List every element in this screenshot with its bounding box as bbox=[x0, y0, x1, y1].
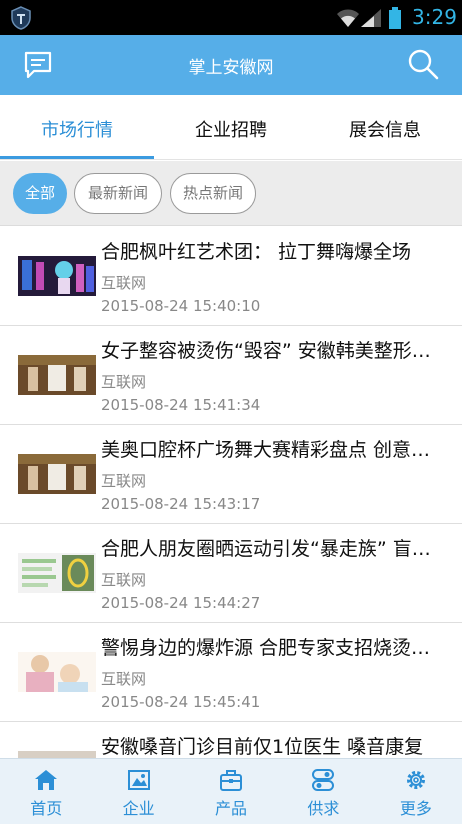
news-title: 合肥人朋友圈晒运动引发“暴走族” 盲目运动 bbox=[101, 538, 446, 560]
filter-hot-button[interactable]: 热点新闻 bbox=[170, 173, 256, 214]
nav-more[interactable]: 更多 bbox=[370, 759, 462, 824]
news-source: 互联网 bbox=[101, 571, 147, 589]
filter-bar: 全部 最新新闻 热点新闻 bbox=[0, 161, 462, 226]
news-item[interactable]: 合肥人朋友圈晒运动引发“暴走族” 盲目运动 互联网 2015-08-24 15:… bbox=[0, 524, 462, 623]
news-thumbnail bbox=[18, 553, 96, 593]
news-item[interactable]: 女子整容被烫伤“毁容” 安徽韩美整形医院 互联网 2015-08-24 15:4… bbox=[0, 326, 462, 425]
home-icon bbox=[35, 770, 58, 790]
nav-home[interactable]: 首页 bbox=[0, 759, 92, 824]
signal-icon bbox=[361, 9, 381, 27]
product-icon bbox=[220, 770, 243, 791]
search-icon[interactable] bbox=[406, 47, 440, 81]
nav-enterprise-label: 企业 bbox=[122, 799, 155, 818]
news-source: 互联网 bbox=[101, 472, 147, 490]
nav-home-label: 首页 bbox=[30, 799, 63, 818]
app-header: 掌上安徽网 bbox=[0, 35, 462, 95]
news-list: 合肥枫叶红艺术团： 拉丁舞嗨爆全场 互联网 2015-08-24 15:40:1… bbox=[0, 227, 462, 758]
news-source: 互联网 bbox=[101, 274, 147, 292]
news-title: 合肥枫叶红艺术团： 拉丁舞嗨爆全场 bbox=[101, 241, 412, 263]
news-source: 互联网 bbox=[101, 670, 147, 688]
nav-supply-demand-label: 供求 bbox=[307, 799, 340, 818]
news-datetime: 2015-08-24 15:45:41 bbox=[101, 693, 261, 711]
news-thumbnail bbox=[18, 652, 96, 692]
news-title: 安徽嗓音门诊目前仅1位医生 嗓音康复 bbox=[101, 736, 424, 758]
news-item[interactable]: 警惕身边的爆炸源 合肥专家支招烧烫伤处理 互联网 2015-08-24 15:4… bbox=[0, 623, 462, 722]
status-time: 3:29 bbox=[412, 5, 457, 29]
news-source: 互联网 bbox=[101, 373, 147, 391]
enterprise-icon bbox=[127, 770, 150, 790]
supply-demand-icon bbox=[312, 769, 335, 791]
news-datetime: 2015-08-24 15:41:34 bbox=[101, 396, 261, 414]
news-thumbnail bbox=[18, 256, 96, 296]
category-tabs: 市场行情 企业招聘 展会信息 bbox=[0, 95, 462, 160]
news-title: 女子整容被烫伤“毁容” 安徽韩美整形医院 bbox=[101, 340, 446, 362]
filter-latest-button[interactable]: 最新新闻 bbox=[74, 173, 162, 214]
nav-product-label: 产品 bbox=[215, 799, 248, 818]
nav-more-label: 更多 bbox=[399, 799, 432, 818]
news-item[interactable]: 美奥口腔杯广场舞大赛精彩盘点 创意十足 互联网 2015-08-24 15:43… bbox=[0, 425, 462, 524]
news-title: 警惕身边的爆炸源 合肥专家支招烧烫伤处理 bbox=[101, 637, 446, 659]
nav-product[interactable]: 产品 bbox=[185, 759, 277, 824]
status-bar: 3:29 bbox=[0, 0, 462, 35]
filter-all-button[interactable]: 全部 bbox=[13, 173, 67, 214]
news-item[interactable]: 合肥枫叶红艺术团： 拉丁舞嗨爆全场 互联网 2015-08-24 15:40:1… bbox=[0, 227, 462, 326]
news-thumbnail bbox=[18, 751, 96, 758]
nav-supply-demand[interactable]: 供求 bbox=[277, 759, 369, 824]
bottom-nav: 首页 企业 产品 供求 更多 bbox=[0, 758, 462, 824]
news-datetime: 2015-08-24 15:44:27 bbox=[101, 594, 261, 612]
news-thumbnail bbox=[18, 355, 96, 395]
news-datetime: 2015-08-24 15:40:10 bbox=[101, 297, 261, 315]
page-title: 掌上安徽网 bbox=[188, 58, 274, 78]
news-item[interactable]: 安徽嗓音门诊目前仅1位医生 嗓音康复 bbox=[0, 722, 462, 758]
tab-market[interactable]: 市场行情 bbox=[0, 95, 154, 159]
tab-exhibition[interactable]: 展会信息 bbox=[308, 95, 462, 159]
news-thumbnail bbox=[18, 454, 96, 494]
tab-recruitment[interactable]: 企业招聘 bbox=[154, 95, 308, 159]
news-title: 美奥口腔杯广场舞大赛精彩盘点 创意十足 bbox=[101, 439, 446, 461]
news-datetime: 2015-08-24 15:43:17 bbox=[101, 495, 261, 513]
battery-icon bbox=[389, 7, 401, 29]
nav-enterprise[interactable]: 企业 bbox=[92, 759, 184, 824]
shield-icon bbox=[11, 6, 31, 30]
wifi-icon bbox=[337, 9, 359, 27]
settings-icon bbox=[406, 771, 425, 789]
